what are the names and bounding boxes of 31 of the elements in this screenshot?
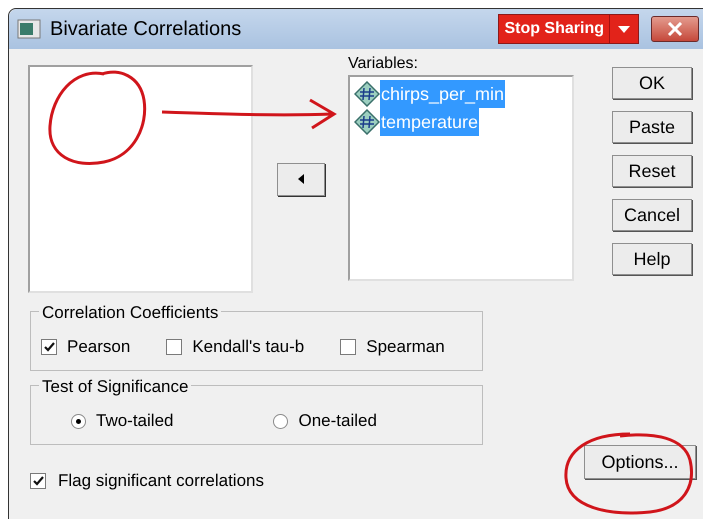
move-left-button[interactable] — [276, 162, 324, 196]
dialog-button[interactable]: OK — [612, 67, 692, 99]
checkbox[interactable] — [41, 339, 57, 355]
radio-label: One-tailed — [298, 410, 377, 432]
source-variable-list[interactable] — [28, 65, 253, 293]
close-button[interactable] — [651, 16, 699, 42]
dialog-button[interactable]: Reset — [612, 155, 692, 187]
window-title: Bivariate Correlations — [50, 17, 242, 42]
checkbox-label: Flag significant correlations — [58, 470, 264, 492]
scale-variable-icon — [354, 109, 380, 135]
checkmark-icon — [32, 476, 44, 486]
checkmark-icon — [44, 342, 54, 352]
dialog-button[interactable]: Paste — [612, 111, 692, 143]
checkbox[interactable] — [30, 472, 46, 489]
radio-label: Two-tailed — [96, 410, 174, 432]
dialog-button[interactable]: Options... — [584, 445, 696, 479]
checkbox[interactable] — [340, 339, 356, 355]
radio-button[interactable] — [71, 414, 86, 428]
checkbox-label: Pearson — [67, 336, 130, 358]
close-icon — [667, 22, 683, 36]
scale-variable-icon — [354, 81, 380, 107]
caret-icon — [618, 26, 630, 32]
radio-button[interactable] — [273, 414, 288, 428]
dialog-button[interactable]: Cancel — [612, 199, 692, 231]
checkbox-label: Spearman — [366, 336, 445, 358]
checkbox[interactable] — [166, 339, 182, 355]
dialog-button[interactable]: Help — [612, 243, 692, 275]
left-triangle-icon — [298, 174, 304, 184]
app-icon — [17, 19, 41, 39]
checkbox-label: Kendall's tau-b — [192, 336, 304, 358]
variables-label: Variables: — [348, 55, 419, 73]
